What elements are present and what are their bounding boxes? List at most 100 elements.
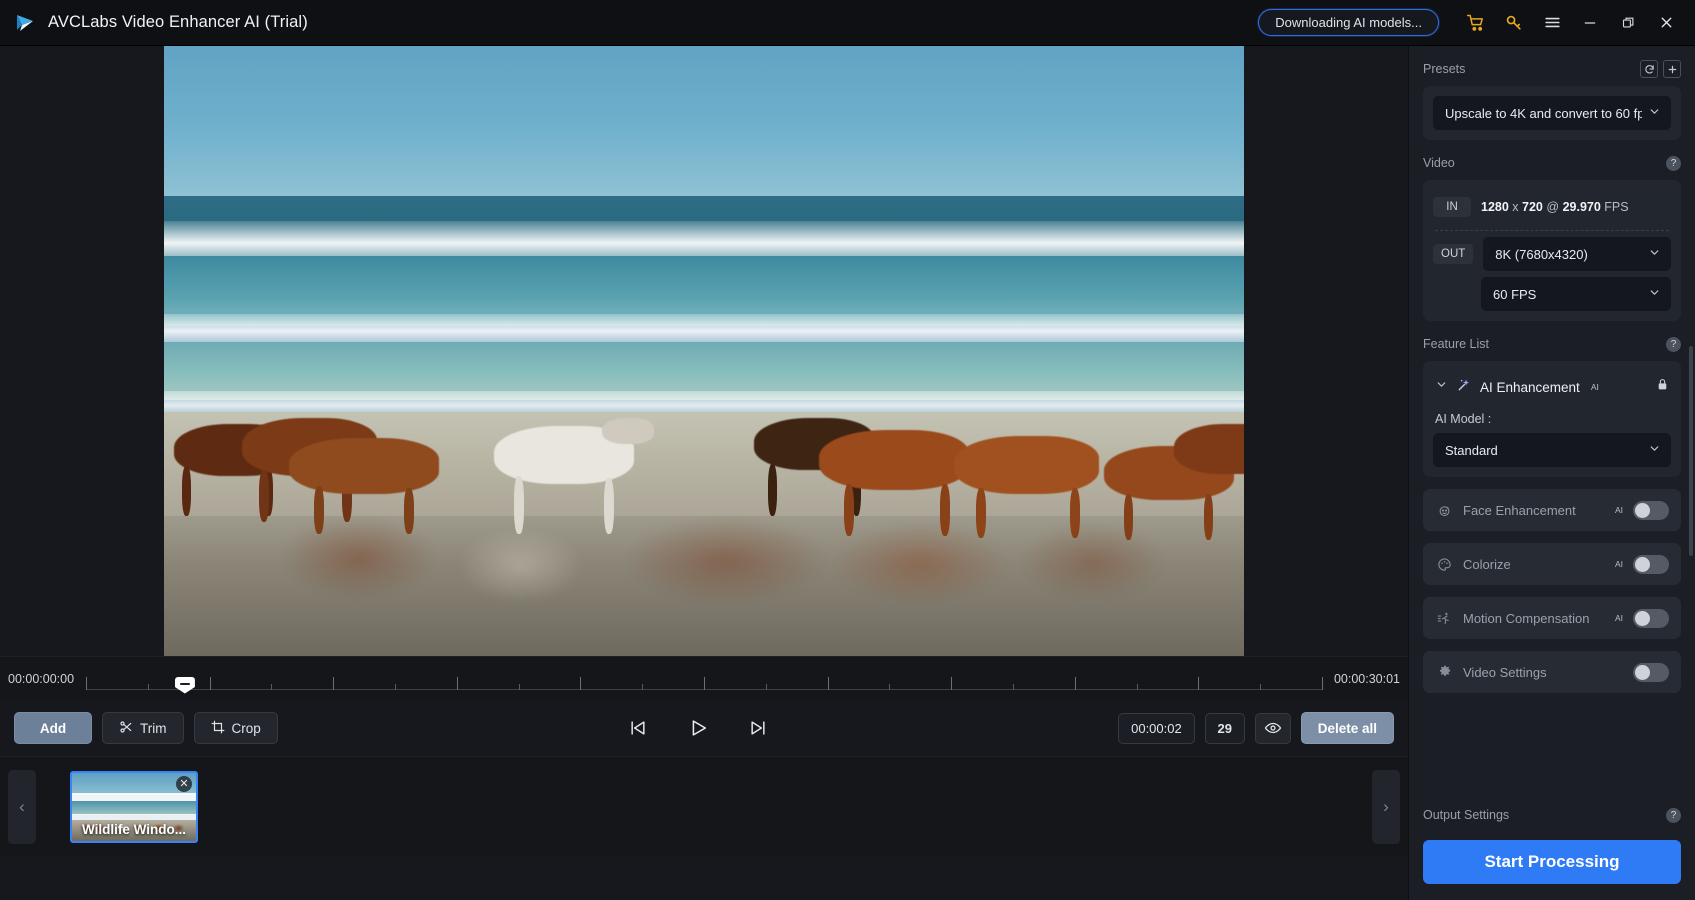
ai-badge: AI: [1591, 382, 1599, 392]
crop-label: Crop: [232, 721, 261, 736]
play-icon[interactable]: [683, 713, 713, 743]
hamburger-menu-icon[interactable]: [1533, 7, 1571, 39]
feature-row-colorize[interactable]: Colorize AI: [1423, 543, 1681, 585]
horse-figure: [289, 438, 439, 494]
editor-area: 00:00:00:00: [0, 46, 1408, 900]
trim-button[interactable]: Trim: [102, 712, 184, 744]
add-button[interactable]: Add: [14, 712, 92, 744]
ai-enhancement-label: AI Enhancement: [1480, 380, 1580, 395]
skip-next-icon[interactable]: [743, 713, 773, 743]
timeline-tick: [457, 677, 458, 690]
output-settings-header[interactable]: Output Settings ?: [1423, 800, 1681, 830]
delete-all-button[interactable]: Delete all: [1301, 712, 1394, 744]
video-in-value: 1280 x 720 @ 29.970 FPS: [1481, 200, 1629, 214]
preset-select[interactable]: Upscale to 4K and convert to 60 fp: [1433, 96, 1671, 130]
timeline-tick: [1260, 684, 1261, 690]
timeline-tick: [271, 684, 272, 690]
media-strip: ‹ ✕ Wildlife Windo... ›: [0, 756, 1408, 856]
download-status-pill[interactable]: Downloading AI models...: [1258, 9, 1439, 36]
timeline-playhead[interactable]: [175, 677, 195, 694]
in-at: @: [1546, 200, 1559, 214]
settings-panel: Presets Upscale to 4K and convert to 60 …: [1408, 46, 1695, 900]
settings-scroll-area: Presets Upscale to 4K and convert to 60 …: [1409, 46, 1695, 800]
key-icon[interactable]: [1495, 7, 1533, 39]
lock-icon[interactable]: [1656, 378, 1669, 396]
video-out-row: OUT 8K (7680x4320): [1433, 237, 1671, 271]
crop-button[interactable]: Crop: [194, 712, 278, 744]
feature-row-motion-compensation[interactable]: Motion Compensation AI: [1423, 597, 1681, 639]
restore-icon[interactable]: [1609, 7, 1647, 39]
horse-leg: [768, 464, 777, 516]
control-bar: Add Trim Crop: [0, 700, 1408, 756]
feature-toggle[interactable]: [1633, 609, 1669, 628]
plus-icon[interactable]: [1663, 60, 1681, 78]
cart-icon[interactable]: [1457, 7, 1495, 39]
strip-next-arrow[interactable]: ›: [1372, 770, 1400, 844]
panel-scrollbar[interactable]: [1689, 346, 1693, 556]
timeline-ruler[interactable]: [86, 657, 1322, 701]
chevron-down-icon: [1648, 105, 1661, 121]
face-icon: [1435, 501, 1453, 519]
chevron-down-icon: [1648, 442, 1661, 458]
feature-row-video-settings[interactable]: Video Settings: [1423, 651, 1681, 693]
timeline-tick: [333, 677, 334, 690]
toggle-knob: [1635, 557, 1650, 572]
app-body: 00:00:00:00: [0, 46, 1695, 900]
video-preview[interactable]: [164, 46, 1244, 656]
ai-badge: AI: [1615, 505, 1623, 515]
preset-selected-value: Upscale to 4K and convert to 60 fp: [1445, 106, 1642, 121]
feature-toggle[interactable]: [1633, 555, 1669, 574]
minimize-icon[interactable]: [1571, 7, 1609, 39]
timeline-tick: [828, 677, 829, 690]
start-processing-button[interactable]: Start Processing: [1423, 840, 1681, 884]
feature-toggle[interactable]: [1633, 501, 1669, 520]
output-fps-select[interactable]: 60 FPS: [1481, 277, 1671, 311]
chevron-down-icon[interactable]: [1435, 378, 1448, 396]
panel-footer: Output Settings ? Start Processing: [1409, 800, 1695, 900]
horse-leg: [182, 466, 191, 516]
horse-leg: [259, 470, 269, 522]
horse-figure: [954, 436, 1099, 494]
toggle-knob: [1635, 503, 1650, 518]
output-fps-value: 60 FPS: [1493, 287, 1642, 302]
ai-badge: AI: [1615, 559, 1623, 569]
skip-previous-icon[interactable]: [623, 713, 653, 743]
feature-list-title: Feature List: [1423, 337, 1666, 351]
help-icon[interactable]: ?: [1666, 808, 1681, 823]
timeline-tick: [580, 677, 581, 690]
help-icon[interactable]: ?: [1666, 337, 1681, 352]
ai-enhancement-header[interactable]: AI Enhancement AI: [1433, 371, 1671, 403]
play-logo-icon: [12, 10, 38, 36]
current-frame-field[interactable]: 29: [1205, 713, 1245, 744]
feature-label: Colorize: [1463, 557, 1602, 572]
timeline[interactable]: 00:00:00:00: [0, 656, 1408, 700]
help-icon[interactable]: ?: [1666, 156, 1681, 171]
eye-icon[interactable]: [1255, 713, 1291, 744]
timeline-tick: [766, 684, 767, 690]
video-card: IN 1280 x 720 @ 29.970 FPS OUT: [1423, 180, 1681, 321]
feature-row-face-enhancement[interactable]: Face Enhancement AI: [1423, 489, 1681, 531]
refresh-icon[interactable]: [1640, 60, 1658, 78]
presets-card: Upscale to 4K and convert to 60 fp: [1423, 86, 1681, 140]
toggle-knob: [1635, 611, 1650, 626]
timeline-tick: [1075, 677, 1076, 690]
feature-toggle[interactable]: [1633, 663, 1669, 682]
chevron-down-icon: [1648, 286, 1661, 302]
close-icon[interactable]: [1647, 7, 1685, 39]
strip-prev-arrow[interactable]: ‹: [8, 770, 36, 844]
video-fps-row: . 60 FPS: [1433, 277, 1671, 311]
list-item[interactable]: ✕ Wildlife Windo...: [70, 771, 198, 843]
list-item-label: Wildlife Windo...: [72, 819, 196, 841]
timeline-end-time: 00:00:30:01: [1334, 672, 1400, 686]
video-title: Video: [1423, 156, 1666, 170]
current-time-field[interactable]: 00:00:02: [1118, 713, 1195, 744]
video-header: Video ?: [1423, 146, 1681, 180]
close-icon[interactable]: ✕: [176, 776, 192, 792]
output-resolution-select[interactable]: 8K (7680x4320): [1483, 237, 1671, 271]
timeline-tick: [1198, 677, 1199, 690]
chevron-down-icon: [1648, 246, 1661, 262]
timeline-tick: [1013, 684, 1014, 690]
ai-model-select[interactable]: Standard: [1433, 433, 1671, 467]
timeline-tick: [395, 684, 396, 690]
video-out-tag: OUT: [1433, 244, 1473, 264]
